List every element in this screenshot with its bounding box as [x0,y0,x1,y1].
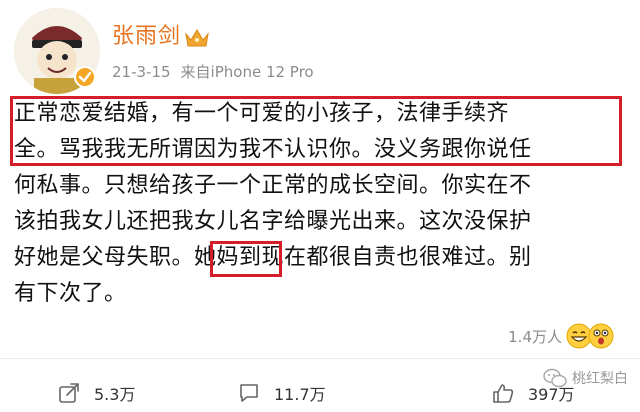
reaction-count: 1.4万人 [508,327,562,346]
post-timestamp: 21-3-15 [112,63,171,81]
highlight-box [10,96,622,166]
post-line: 该拍我女儿还把我女儿名字给曝光出来。这次没保护 [14,209,532,234]
share-button[interactable]: 5.3万 [58,381,135,405]
comment-count: 11.7万 [274,385,326,404]
post-line: 好她是父母失职。她妈到现在都很自责也很难过。别 [14,245,532,270]
watermark: 桃红梨白 [542,368,628,388]
thumbs-up-icon [493,384,514,403]
verified-badge-icon [74,66,96,88]
watermark-text: 桃红梨白 [572,371,628,387]
post-source[interactable]: 来自iPhone 12 Pro [181,63,314,81]
post-meta: 21-3-15 来自iPhone 12 Pro [112,62,314,82]
comment-icon [240,384,258,402]
share-icon [59,383,79,403]
share-count: 5.3万 [94,385,136,404]
crown-icon[interactable] [184,27,210,49]
surprised-emoji-icon [588,323,614,349]
post-line: 有下次了。 [14,281,127,306]
divider [0,358,640,359]
reaction-summary[interactable]: 1.4万人 [508,323,614,349]
post-line: 何私事。只想给孩子一个正常的成长空间。你实在不 [14,173,532,198]
wechat-icon [543,368,567,388]
username[interactable]: 张雨剑 [112,22,181,52]
comment-button[interactable]: 11.7万 [238,381,326,405]
highlight-box [210,241,282,277]
